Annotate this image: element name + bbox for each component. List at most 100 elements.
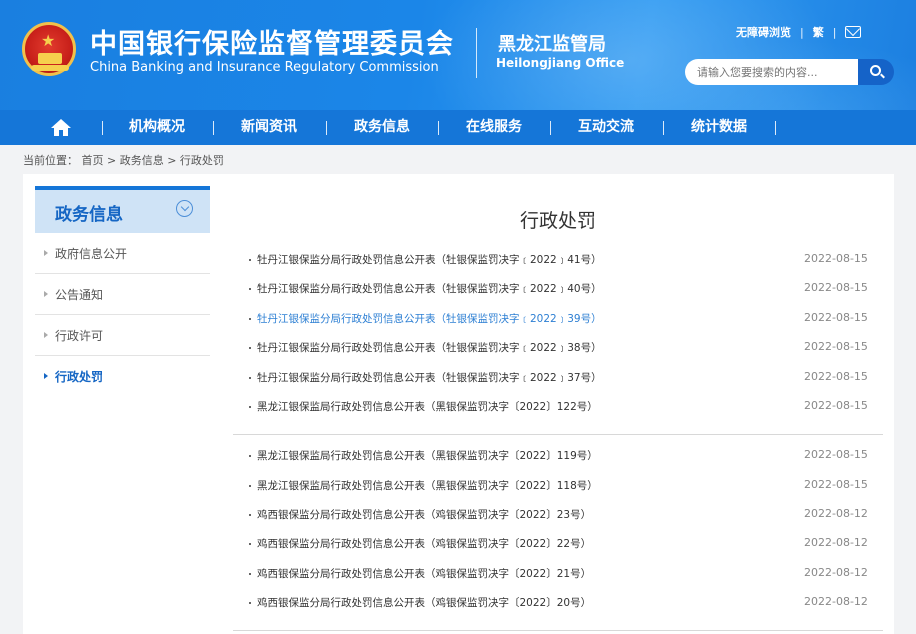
emblem-gate [38,53,62,64]
list-item-title[interactable]: 鸡西银保监分局行政处罚信息公开表（鸡银保监罚决字〔2022〕23号） [257,507,591,522]
nav-separator [775,121,776,135]
traditional-chinese-link[interactable]: 繁 [813,24,824,40]
accessibility-link[interactable]: 无障碍浏览 [736,24,791,40]
list-item-date: 2022-08-15 [804,281,868,294]
list-item-title[interactable]: 黑龙江银保监局行政处罚信息公开表（黑银保监罚决字〔2022〕118号） [257,478,598,493]
bullet [249,377,251,379]
caret-right-icon [44,250,48,256]
nav-item-interaction[interactable]: 互动交流 [578,110,634,145]
list-item-date: 2022-08-15 [804,340,868,353]
nav-item-statistics[interactable]: 统计数据 [691,110,747,145]
sidebar-item-notices[interactable]: 公告通知 [35,274,210,315]
sidebar-item-penalties[interactable]: 行政处罚 [35,356,210,397]
list-item-title[interactable]: 黑龙江银保监局行政处罚信息公开表（黑银保监罚决字〔2022〕119号） [257,448,598,463]
list-item-title[interactable]: 鸡西银保监分局行政处罚信息公开表（鸡银保监罚决字〔2022〕22号） [257,536,591,551]
list-item[interactable]: 黑龙江银保监局行政处罚信息公开表（黑银保监罚决字〔2022〕122号） 2022… [233,397,883,417]
list-item[interactable]: 黑龙江银保监局行政处罚信息公开表（黑银保监罚决字〔2022〕118号） 2022… [233,476,883,496]
list-item-date: 2022-08-15 [804,252,868,265]
bullet [249,485,251,487]
list-item[interactable]: 鸡西银保监分局行政处罚信息公开表（鸡银保监罚决字〔2022〕23号） 2022-… [233,505,883,525]
nav-item-news[interactable]: 新闻资讯 [241,110,297,145]
caret-right-icon [44,291,48,297]
bullet [249,455,251,457]
bullet [249,602,251,604]
nav-separator [663,121,664,135]
list-item-title[interactable]: 牡丹江银保监分局行政处罚信息公开表（牡银保监罚决字﹝2022﹞41号） [257,252,602,267]
bullet [249,318,251,320]
list-item[interactable]: 牡丹江银保监分局行政处罚信息公开表（牡银保监罚决字﹝2022﹞41号） 2022… [233,250,883,270]
nav-separator [213,121,214,135]
list-item[interactable]: 牡丹江银保监分局行政处罚信息公开表（牡银保监罚决字﹝2022﹞38号） 2022… [233,338,883,358]
home-icon-door [59,130,63,136]
emblem-base [31,65,69,71]
nav-item-about[interactable]: 机构概况 [129,110,185,145]
list-item-title[interactable]: 牡丹江银保监分局行政处罚信息公开表（牡银保监罚决字﹝2022﹞37号） [257,370,602,385]
office-title-english: Heilongjiang Office [496,56,625,70]
sidebar-item-government-disclosure[interactable]: 政府信息公开 [35,233,210,274]
sidebar-item-label: 行政许可 [55,329,104,343]
nav-item-government-info[interactable]: 政务信息 [354,110,410,145]
list-item-date: 2022-08-12 [804,566,868,579]
breadcrumb[interactable]: 当前位置： 首页 > 政务信息 > 行政处罚 [23,152,224,168]
nav-item-online-services[interactable]: 在线服务 [466,110,522,145]
sidebar-title: 政务信息 [55,205,123,225]
list-item-title[interactable]: 牡丹江银保监分局行政处罚信息公开表（牡银保监罚决字﹝2022﹞38号） [257,340,602,355]
list-item-date: 2022-08-12 [804,536,868,549]
list-item-date: 2022-08-12 [804,507,868,520]
sidebar: 政务信息 政府信息公开 公告通知 行政许可 行政处罚 [35,186,210,397]
mail-icon[interactable] [845,26,862,38]
search-button[interactable] [858,59,894,85]
list-item[interactable]: 鸡西银保监分局行政处罚信息公开表（鸡银保监罚决字〔2022〕21号） 2022-… [233,564,883,584]
link-separator: | [832,25,837,39]
site-title-english[interactable]: China Banking and Insurance Regulatory C… [90,60,439,75]
caret-right-icon [44,373,48,379]
sidebar-item-label: 公告通知 [55,288,104,302]
list-item[interactable]: 鸡西银保监分局行政处罚信息公开表（鸡银保监罚决字〔2022〕22号） 2022-… [233,534,883,554]
chevron-down-icon[interactable] [176,200,193,217]
list-item-title[interactable]: 鸡西银保监分局行政处罚信息公开表（鸡银保监罚决字〔2022〕21号） [257,566,591,581]
list-item-title[interactable]: 牡丹江银保监分局行政处罚信息公开表（牡银保监罚决字﹝2022﹞39号） [257,311,602,326]
title-divider [476,28,477,78]
bullet [249,406,251,408]
list-item-date: 2022-08-15 [804,311,868,324]
group-divider [233,434,883,435]
list-item-date: 2022-08-15 [804,448,868,461]
nav-separator [326,121,327,135]
list-item[interactable]: 鸡西银保监分局行政处罚信息公开表（鸡银保监罚决字〔2022〕20号） 2022-… [233,593,883,613]
nav-separator [438,121,439,135]
list-item-date: 2022-08-15 [804,399,868,412]
list-item[interactable]: 牡丹江银保监分局行政处罚信息公开表（牡银保监罚决字﹝2022﹞37号） 2022… [233,368,883,388]
bullet [249,259,251,261]
list-item[interactable]: 黑龙江银保监局行政处罚信息公开表（黑银保监罚决字〔2022〕119号） 2022… [233,446,883,466]
list-item[interactable]: 牡丹江银保监分局行政处罚信息公开表（牡银保监罚决字﹝2022﹞39号） 2022… [233,309,883,329]
bullet [249,347,251,349]
office-title: 黑龙江监管局 [498,34,606,55]
page-title: 行政处罚 [519,210,596,232]
top-links: 无障碍浏览 | 繁 | [736,24,862,40]
bullet [249,543,251,545]
bullet [249,573,251,575]
sidebar-item-licensing[interactable]: 行政许可 [35,315,210,356]
site-header: ★ 中国银行保险监督管理委员会 China Banking and Insura… [0,0,916,110]
list-item[interactable]: 牡丹江银保监分局行政处罚信息公开表（牡银保监罚决字﹝2022﹞40号） 2022… [233,279,883,299]
sidebar-header[interactable]: 政务信息 [35,186,210,233]
bullet [249,514,251,516]
list-item-date: 2022-08-12 [804,595,868,608]
search-input[interactable] [685,59,859,85]
nav-separator [550,121,551,135]
emblem-star: ★ [41,31,56,50]
main-nav: 机构概况 新闻资讯 政务信息 在线服务 互动交流 统计数据 [0,110,916,145]
search-icon-handle [880,73,885,79]
home-icon[interactable] [51,119,71,137]
caret-right-icon [44,332,48,338]
list-item-title[interactable]: 黑龙江银保监局行政处罚信息公开表（黑银保监罚决字〔2022〕122号） [257,399,598,414]
list-item-date: 2022-08-15 [804,370,868,383]
list-item-date: 2022-08-15 [804,478,868,491]
group-divider [233,630,883,631]
site-title[interactable]: 中国银行保险监督管理委员会 [90,22,454,61]
list-item-title[interactable]: 鸡西银保监分局行政处罚信息公开表（鸡银保监罚决字〔2022〕20号） [257,595,591,610]
nav-separator [102,121,103,135]
main-panel: 政务信息 政府信息公开 公告通知 行政许可 行政处罚 行政处罚 牡丹江银保监分局… [23,174,894,634]
list-item-title[interactable]: 牡丹江银保监分局行政处罚信息公开表（牡银保监罚决字﹝2022﹞40号） [257,281,602,296]
national-emblem-icon[interactable]: ★ [22,22,76,76]
